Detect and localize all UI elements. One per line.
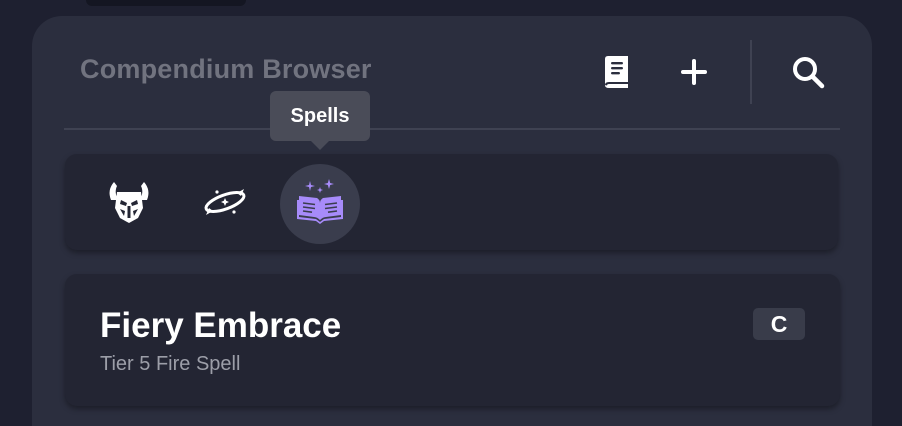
spell-type-badge: C	[753, 308, 805, 340]
spell-name: Fiery Embrace	[100, 306, 342, 345]
previous-panel-edge	[86, 0, 246, 6]
spell-result-card[interactable]: Fiery Embrace Tier 5 Fire Spell C	[65, 274, 840, 406]
toolbar-divider	[750, 40, 752, 104]
plus-icon	[679, 57, 709, 92]
add-button[interactable]	[670, 50, 718, 98]
header-separator	[64, 128, 840, 130]
search-icon	[791, 55, 825, 94]
panel-title: Compendium Browser	[80, 54, 372, 84]
spells-tooltip: Spells	[270, 91, 370, 150]
filter-spells-button[interactable]	[280, 164, 360, 244]
horned-helmet-icon	[105, 178, 153, 231]
filter-adversaries-button[interactable]	[89, 164, 169, 244]
compendium-book-button[interactable]	[592, 50, 640, 98]
orbit-ring-icon	[201, 178, 249, 231]
book-icon	[600, 55, 632, 94]
compendium-browser-panel: Compendium Browser Spells Fiery Embrace …	[32, 16, 872, 426]
category-filter-bar	[65, 154, 838, 250]
search-button[interactable]	[784, 50, 832, 98]
spellbook-icon	[296, 178, 344, 231]
filter-environments-button[interactable]	[185, 164, 265, 244]
spell-tier-subtitle: Tier 5 Fire Spell	[100, 353, 241, 375]
